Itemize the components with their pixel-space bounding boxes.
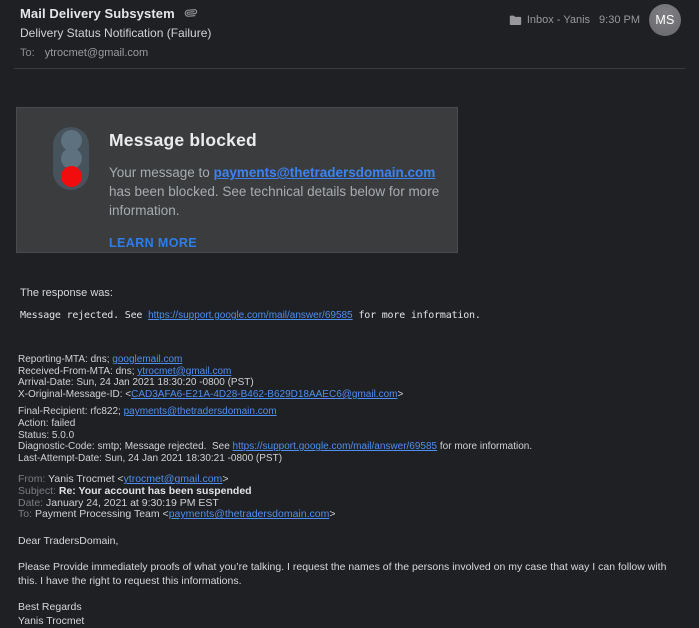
response-line: Message rejected. See https://support.go…	[20, 310, 699, 321]
quoted-to-email-link[interactable]: payments@thetradersdomain.com	[169, 508, 330, 520]
final-recipient-line: Final-Recipient: rfc822; payments@thetra…	[18, 406, 699, 418]
status-line: Status: 5.0.0	[18, 430, 699, 442]
quoted-message-body: Dear TradersDomain, Please Provide immed…	[18, 535, 686, 628]
body-signature: Yanis Trocmet	[18, 615, 686, 628]
action-line: Action: failed	[18, 418, 699, 430]
diagnostic-support-link[interactable]: https://support.google.com/mail/answer/6…	[233, 441, 438, 452]
blocked-title: Message blocked	[109, 130, 437, 151]
blocked-desc-suffix: has been blocked. See technical details …	[109, 184, 439, 218]
quoted-subject-label: Subject:	[18, 485, 59, 497]
body-greeting: Dear TradersDomain,	[18, 535, 686, 549]
diagnostic-code-line: Diagnostic-Code: smtp; Message rejected.…	[18, 441, 699, 453]
header-divider	[14, 68, 685, 69]
to-line: To: ytrocmet@gmail.com	[20, 47, 681, 59]
reporting-mta-line: Reporting-MTA: dns; googlemail.com	[18, 354, 699, 366]
to-recipient[interactable]: ytrocmet@gmail.com	[45, 47, 148, 59]
response-intro: The response was:	[20, 287, 699, 299]
original-message-id-line: X-Original-Message-ID: <CAD3AFA6-E21A-4D…	[18, 389, 699, 401]
avatar-initials: MS	[655, 13, 674, 27]
message-blocked-card: Message blocked Your message to payments…	[16, 107, 458, 253]
mailbox-label: Inbox - Yanis	[527, 14, 590, 26]
response-prefix: Message rejected. See	[20, 310, 148, 321]
quoted-date-value: January 24, 2021 at 9:30:19 PM EST	[46, 497, 219, 509]
sender-name: Mail Delivery Subsystem	[20, 6, 175, 21]
mailbox-indicator: Inbox - Yanis	[509, 14, 590, 26]
quoted-message-headers: From: Yanis Trocmet <ytrocmet@gmail.com>…	[18, 474, 699, 520]
to-label: To:	[20, 47, 35, 59]
support-article-link[interactable]: https://support.google.com/mail/answer/6…	[148, 310, 353, 321]
response-suffix: for more information.	[353, 310, 481, 321]
arrival-date-line: Arrival-Date: Sun, 24 Jan 2021 18:30:20 …	[18, 377, 699, 389]
received-from-mta-line: Received-From-MTA: dns; ytrocmet@gmail.c…	[18, 366, 699, 378]
message-header: Mail Delivery Subsystem Inbox - Yanis 9:…	[0, 0, 699, 59]
quoted-subject-value: Re: Your account has been suspended	[59, 485, 252, 497]
response-section: The response was: Message rejected. See …	[20, 287, 699, 321]
timestamp: 9:30 PM	[599, 14, 640, 26]
body-signoff: Best Regards	[18, 601, 686, 615]
final-recipient-link[interactable]: payments@thetradersdomain.com	[124, 406, 277, 417]
quoted-date-label: Date:	[18, 497, 46, 509]
original-message-id-link[interactable]: CAD3AFA6-E21A-4D28-B462-B629D18AAEC6@gma…	[131, 389, 397, 400]
paperclip-icon	[185, 7, 197, 19]
received-from-mta-link[interactable]: ytrocmet@gmail.com	[137, 366, 231, 377]
reporting-mta-link[interactable]: googlemail.com	[112, 354, 182, 365]
blocked-description: Your message to payments@thetradersdomai…	[109, 163, 444, 220]
blocked-desc-prefix: Your message to	[109, 165, 214, 180]
traffic-light-icon	[53, 127, 89, 190]
last-attempt-date-line: Last-Attempt-Date: Sun, 24 Jan 2021 18:3…	[18, 453, 699, 465]
folder-icon	[509, 15, 522, 26]
learn-more-link[interactable]: LEARN MORE	[109, 236, 197, 250]
body-paragraph: Please Provide immediately proofs of wha…	[18, 561, 686, 588]
dsn-technical-details: Reporting-MTA: dns; googlemail.com Recei…	[18, 354, 699, 464]
traffic-light-lamp-red	[61, 166, 82, 187]
quoted-from-label: From:	[18, 473, 48, 485]
quoted-to-label: To:	[18, 508, 35, 520]
quoted-to-line: To: Payment Processing Team <payments@th…	[18, 509, 699, 521]
mail-message-view: Mail Delivery Subsystem Inbox - Yanis 9:…	[0, 0, 699, 628]
quoted-from-email-link[interactable]: ytrocmet@gmail.com	[124, 473, 223, 485]
recipient-email-link[interactable]: payments@thetradersdomain.com	[214, 165, 436, 180]
avatar[interactable]: MS	[649, 4, 681, 36]
